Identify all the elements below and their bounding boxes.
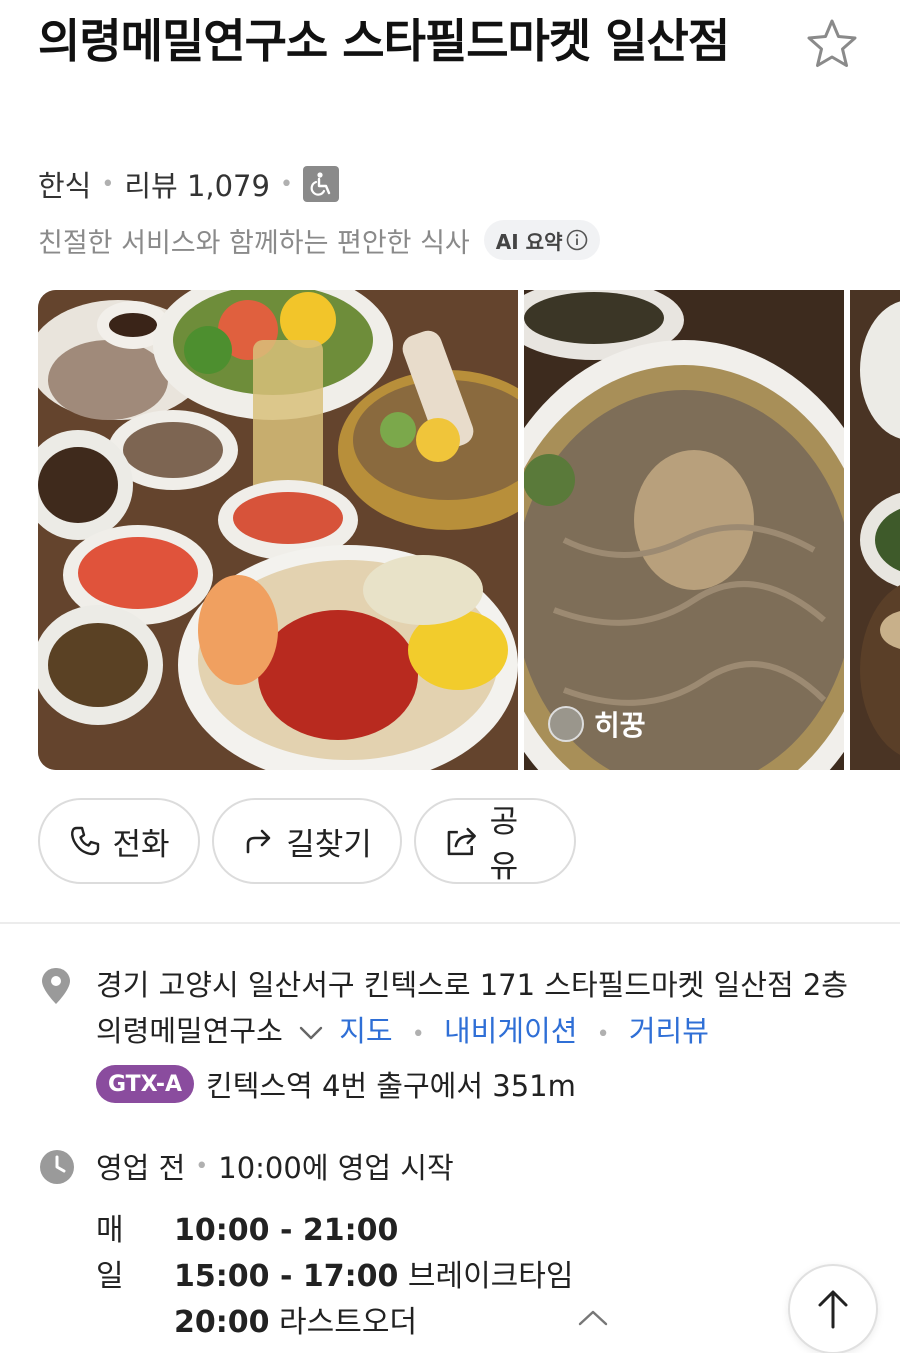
clock-icon — [40, 1150, 74, 1184]
last-order-time: 20:00 — [174, 1305, 270, 1340]
ai-summary-label: AI 요약 — [495, 229, 563, 254]
break-hours-row: 15:00 - 17:00 브레이크타임 — [174, 1254, 573, 1300]
arrow-up-icon — [818, 1290, 848, 1329]
break-time: 15:00 - 17:00 — [174, 1259, 399, 1294]
separator-dot: • — [279, 171, 293, 197]
share-label: 공유 — [489, 804, 519, 885]
last-order-row: 20:00 라스트오더 — [174, 1300, 573, 1346]
call-button[interactable]: 전화 — [38, 798, 200, 884]
navigation-link[interactable]: 내비게이션 — [444, 1014, 577, 1048]
review-count-link[interactable]: 리뷰 1,079 — [124, 163, 270, 205]
share-button[interactable]: 공유 — [414, 798, 576, 885]
last-order-label: 라스트오더 — [279, 1305, 418, 1340]
hours-rows: 10:00 - 21:00 15:00 - 17:00 브레이크타임 20:00… — [174, 1208, 573, 1346]
phone-icon — [71, 826, 100, 856]
ai-summary-row: 친절한 서비스와 함께하는 편안한 식사 AI 요약 — [38, 218, 601, 262]
photo-item[interactable] — [38, 290, 518, 770]
status-detail: 10:00에 영업 시작 — [218, 1151, 454, 1185]
location-pin-icon — [42, 968, 70, 1004]
title-row: 의령메밀연구소 스타필드마켓 일산점 — [38, 10, 778, 72]
transit-line-badge: GTX-A — [96, 1065, 195, 1103]
business-status[interactable]: 영업 전 • 10:00에 영업 시작 — [96, 1144, 454, 1188]
favorite-star-icon[interactable] — [804, 16, 860, 72]
open-time: 10:00 - 21:00 — [174, 1213, 399, 1248]
share-icon — [447, 827, 476, 856]
transit-info: GTX-A 킨텍스역 4번 출구에서 351m — [96, 1064, 576, 1104]
photo-author-name: 히꿍 — [594, 709, 646, 742]
break-label: 브레이크타임 — [407, 1259, 574, 1294]
hours-day: 매일 — [96, 1213, 124, 1294]
place-meta: 한식 • 리뷰 1,079 • — [38, 164, 339, 204]
photo-author[interactable]: 히꿍 — [548, 704, 646, 744]
map-link[interactable]: 지도 — [339, 1014, 392, 1048]
address-block: 경기 고양시 일산서구 킨텍스로 171 스타필드마켓 일산점 2층 의령메밀연… — [96, 962, 876, 1058]
section-divider — [0, 922, 900, 924]
photo-item[interactable] — [850, 290, 900, 770]
status-label: 영업 전 — [96, 1151, 186, 1185]
chevron-down-icon[interactable] — [298, 1024, 324, 1042]
separator-dot: • — [411, 1022, 425, 1047]
directions-label: 길찾기 — [286, 826, 372, 863]
separator-dot: • — [596, 1022, 610, 1047]
ai-summary-chip[interactable]: AI 요약 — [483, 220, 601, 260]
scroll-to-top-button[interactable] — [788, 1264, 878, 1353]
separator-dot: • — [195, 1153, 209, 1179]
open-hours-row: 10:00 - 21:00 — [174, 1208, 573, 1254]
avatar — [548, 706, 584, 742]
separator-dot: • — [101, 171, 115, 197]
directions-arrow-icon — [246, 829, 271, 854]
transit-text: 킨텍스역 4번 출구에서 351m — [206, 1069, 576, 1103]
info-icon — [567, 229, 588, 251]
photo-carousel[interactable]: 히꿍 — [38, 290, 900, 770]
streetview-link[interactable]: 거리뷰 — [629, 1014, 709, 1048]
call-label: 전화 — [112, 826, 170, 863]
chevron-up-icon[interactable] — [576, 1306, 610, 1330]
action-buttons: 전화 길찾기 공유 — [38, 798, 576, 885]
category: 한식 — [38, 169, 92, 203]
place-title: 의령메밀연구소 스타필드마켓 일산점 — [38, 14, 730, 68]
directions-button[interactable]: 길찾기 — [212, 798, 402, 884]
wheelchair-icon[interactable] — [302, 166, 339, 202]
summary-text: 친절한 서비스와 함께하는 편안한 식사 — [38, 227, 470, 259]
photo-item[interactable]: 히꿍 — [524, 290, 844, 770]
